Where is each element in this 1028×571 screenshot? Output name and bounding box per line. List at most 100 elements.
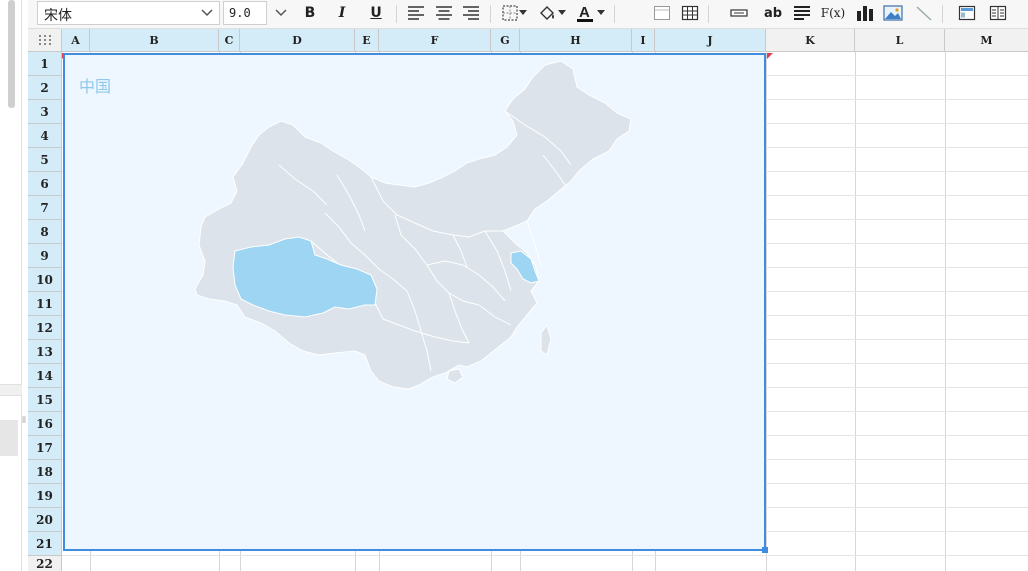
formula-label: F(x) — [820, 6, 846, 20]
row-header[interactable]: 15 — [28, 388, 62, 412]
chevron-down-icon — [201, 9, 213, 17]
toolbar-divider — [396, 5, 397, 23]
bold-button[interactable]: B — [298, 2, 322, 24]
row-header[interactable]: 4 — [28, 124, 62, 148]
font-size-select[interactable]: 9.0 — [223, 1, 267, 25]
italic-button[interactable]: I — [330, 2, 354, 24]
font-family-select[interactable]: 宋体 — [37, 1, 220, 25]
align-left-button[interactable] — [404, 2, 428, 24]
column-header[interactable]: H — [520, 29, 632, 52]
insert-line-button[interactable] — [912, 2, 936, 24]
insert-image-button[interactable] — [881, 2, 905, 24]
formula-button[interactable]: F(x) — [818, 2, 848, 24]
align-right-button[interactable] — [459, 2, 483, 24]
row-header[interactable]: 8 — [28, 220, 62, 244]
bold-label: B — [304, 5, 316, 21]
row-header[interactable]: 6 — [28, 172, 62, 196]
row-header[interactable]: 20 — [28, 508, 62, 532]
toolbar-divider — [708, 5, 709, 23]
svg-text:A: A — [579, 4, 590, 21]
row-header[interactable]: 2 — [28, 76, 62, 100]
chart-resize-handle[interactable] — [762, 547, 768, 553]
select-all-corner[interactable] — [28, 29, 62, 52]
panel-scrollbar[interactable] — [8, 0, 15, 108]
text-tool-label: ab — [763, 5, 783, 21]
row-header[interactable]: 14 — [28, 364, 62, 388]
paragraph-button[interactable] — [790, 2, 814, 24]
map-region-hainan — [446, 368, 464, 384]
caret-down-icon — [519, 10, 527, 15]
table-grid-icon — [681, 5, 699, 21]
column-header[interactable]: C — [219, 29, 240, 52]
align-right-icon — [463, 6, 479, 20]
row-header[interactable]: 1 — [28, 52, 62, 76]
column-header[interactable]: A — [62, 29, 90, 52]
paragraph-icon — [794, 6, 810, 20]
panel-section[interactable] — [0, 420, 18, 456]
map-region-taiwan — [540, 323, 552, 356]
row-header[interactable]: 10 — [28, 268, 62, 292]
column-layout-button[interactable] — [986, 2, 1010, 24]
toolbar-divider — [490, 5, 491, 23]
column-header[interactable]: K — [766, 29, 855, 52]
underline-label: U — [370, 5, 382, 21]
font-size-dropdown[interactable] — [268, 1, 294, 25]
row-header[interactable]: 22 — [28, 556, 62, 571]
toolbar-divider — [614, 5, 615, 23]
column-header[interactable]: B — [90, 29, 219, 52]
column-header[interactable]: M — [945, 29, 1028, 52]
format-toolbar: 宋体 9.0 B I U A ab F(x) — [28, 0, 1028, 29]
cell-comment-marker — [767, 53, 773, 59]
column-header[interactable]: I — [632, 29, 655, 52]
insert-chart-button[interactable] — [853, 2, 877, 24]
font-family-dropdown[interactable] — [194, 1, 220, 25]
row-header[interactable]: 5 — [28, 148, 62, 172]
toolbar-divider — [942, 5, 943, 23]
merge-cells-icon — [654, 6, 670, 20]
font-color-icon: A — [577, 4, 593, 22]
row-header[interactable]: 19 — [28, 484, 62, 508]
align-center-button[interactable] — [432, 2, 456, 24]
font-family-value: 宋体 — [44, 8, 72, 24]
column-header[interactable]: J — [655, 29, 766, 52]
text-field-icon — [730, 9, 748, 17]
bar-chart-icon — [857, 6, 873, 21]
row-header[interactable]: 13 — [28, 340, 62, 364]
column-header[interactable]: E — [355, 29, 379, 52]
text-tool-button[interactable]: ab — [761, 2, 785, 24]
align-center-icon — [436, 6, 452, 20]
italic-label: I — [338, 5, 346, 21]
text-field-button[interactable] — [727, 2, 751, 24]
font-size-value: 9.0 — [229, 6, 251, 20]
row-header[interactable]: 11 — [28, 292, 62, 316]
grid-dots-icon — [38, 35, 51, 45]
panel-divider — [0, 384, 22, 396]
table-grid-button[interactable] — [678, 2, 702, 24]
row-header[interactable]: 18 — [28, 460, 62, 484]
column-header[interactable]: G — [491, 29, 520, 52]
row-header[interactable]: 9 — [28, 244, 62, 268]
line-tool-icon — [916, 6, 932, 21]
row-header[interactable]: 3 — [28, 100, 62, 124]
china-map — [194, 60, 632, 390]
form-layout-icon — [958, 5, 976, 21]
row-header[interactable]: 21 — [28, 532, 62, 556]
column-header[interactable]: D — [240, 29, 355, 52]
border-dropdown[interactable] — [516, 2, 530, 24]
caret-down-icon — [558, 10, 566, 15]
font-color-dropdown[interactable] — [594, 2, 608, 24]
row-header[interactable]: 12 — [28, 316, 62, 340]
paint-bucket-icon — [540, 6, 554, 20]
row-header[interactable]: 7 — [28, 196, 62, 220]
column-header[interactable]: L — [855, 29, 945, 52]
map-chart[interactable]: 中国 — [63, 53, 768, 553]
column-header[interactable]: F — [379, 29, 491, 52]
merge-cells-button[interactable] — [650, 2, 674, 24]
chevron-down-icon — [275, 9, 287, 17]
row-header[interactable]: 17 — [28, 436, 62, 460]
fill-color-dropdown[interactable] — [555, 2, 569, 24]
row-header[interactable]: 16 — [28, 412, 62, 436]
underline-button[interactable]: U — [364, 2, 388, 24]
form-layout-button[interactable] — [955, 2, 979, 24]
caret-down-icon — [597, 10, 605, 15]
